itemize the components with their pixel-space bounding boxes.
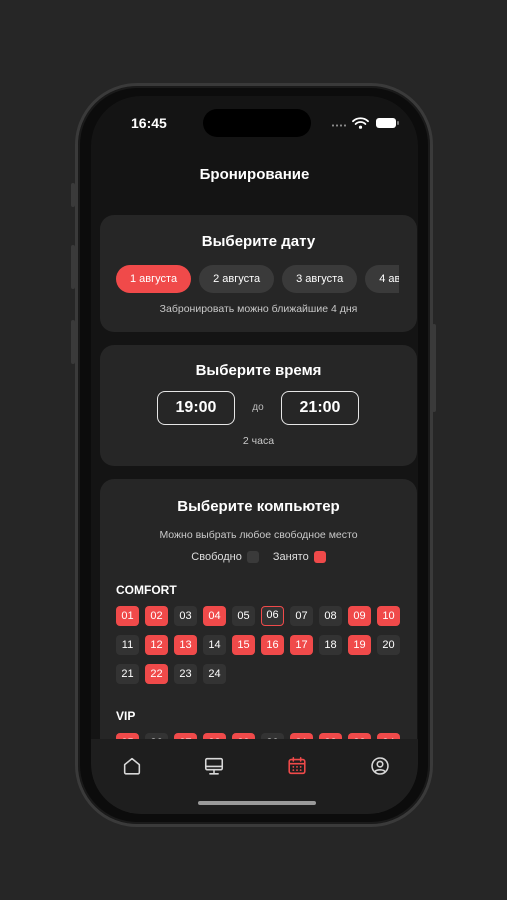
dynamic-island xyxy=(203,109,311,137)
seat-24[interactable]: 24 xyxy=(203,664,226,684)
seat-17: 17 xyxy=(290,635,313,655)
date-chip-3[interactable]: 3 августа xyxy=(282,265,358,293)
legend-free-label: Свободно xyxy=(191,551,242,563)
seat-14[interactable]: 14 xyxy=(203,635,226,655)
seat-23[interactable]: 23 xyxy=(174,664,197,684)
tab-computers[interactable] xyxy=(201,753,227,779)
seat-15: 15 xyxy=(232,635,255,655)
date-chip-2[interactable]: 2 августа xyxy=(199,265,275,293)
seat-11[interactable]: 11 xyxy=(116,635,139,655)
seat-13: 13 xyxy=(174,635,197,655)
date-card-title: Выберите дату xyxy=(201,233,316,250)
tab-bar xyxy=(91,739,418,814)
seat-19: 19 xyxy=(348,635,371,655)
duration-label: 2 часа xyxy=(242,435,275,447)
tab-booking[interactable] xyxy=(284,753,310,779)
start-time-field[interactable]: 19:00 xyxy=(157,391,235,425)
home-indicator xyxy=(198,801,316,805)
seat-16: 16 xyxy=(261,635,284,655)
seat-18[interactable]: 18 xyxy=(319,635,342,655)
computer-card: Выберите компьютер Можно выбрать любое с… xyxy=(100,479,417,779)
seat-04: 04 xyxy=(203,606,226,626)
seat-02: 02 xyxy=(145,606,168,626)
seat-grid-comfort: 01 02 03 04 05 06 07 08 09 10 11 12 13 14 15 16 17 18 19 20… xyxy=(116,606,406,684)
computer-hint: Можно выбрать любое свободное место xyxy=(159,529,358,541)
home-icon xyxy=(123,757,141,775)
seat-07[interactable]: 07 xyxy=(290,606,313,626)
legend-free: Свободно xyxy=(191,551,259,563)
time-card: Выберите время 19:00 до 21:00 2 часа xyxy=(100,345,417,466)
seat-10: 10 xyxy=(377,606,400,626)
computer-card-title: Выберите компьютер xyxy=(177,498,340,515)
time-card-title: Выберите время xyxy=(195,362,322,379)
tab-home[interactable] xyxy=(119,753,145,779)
status-time: 16:45 xyxy=(131,115,167,131)
seat-03[interactable]: 03 xyxy=(174,606,197,626)
date-hint: Забронировать можно ближайшие 4 дня xyxy=(159,303,358,315)
end-time-field[interactable]: 21:00 xyxy=(281,391,359,425)
seat-06[interactable]: 06 xyxy=(261,606,284,626)
seat-01: 01 xyxy=(116,606,139,626)
group-label-vip: VIP xyxy=(116,709,136,723)
seat-12: 12 xyxy=(145,635,168,655)
legend-free-swatch xyxy=(246,551,259,563)
seat-22: 22 xyxy=(145,664,168,684)
signal-icon xyxy=(331,124,347,127)
legend-busy-swatch xyxy=(313,551,326,563)
tab-profile[interactable] xyxy=(367,753,393,779)
seat-08[interactable]: 08 xyxy=(319,606,342,626)
time-separator: до xyxy=(252,402,264,413)
seat-09: 09 xyxy=(348,606,371,626)
page-title: Бронирование xyxy=(199,166,310,183)
wifi-icon xyxy=(352,117,369,129)
date-chip-list[interactable]: 1 августа 2 августа 3 августа 4 августа xyxy=(116,265,399,295)
legend-busy-label: Занято xyxy=(272,551,309,563)
seat-legend: Свободно Занято xyxy=(100,551,417,563)
battery-icon xyxy=(376,118,399,128)
seat-21[interactable]: 21 xyxy=(116,664,139,684)
date-card: Выберите дату 1 августа 2 августа 3 авгу… xyxy=(100,215,417,332)
date-chip-1[interactable]: 1 августа xyxy=(116,265,192,293)
status-bar: 16:45 xyxy=(91,96,418,146)
date-chip-4[interactable]: 4 августа xyxy=(365,265,399,293)
group-label-comfort: COMFORT xyxy=(116,583,177,597)
legend-busy: Занято xyxy=(273,551,326,563)
seat-05[interactable]: 05 xyxy=(232,606,255,626)
app-screen: 16:45 Бронирование Выберите дату 1 авгус… xyxy=(91,96,418,814)
profile-icon xyxy=(371,757,389,775)
computer-icon xyxy=(204,757,224,775)
phone-frame: 16:45 Бронирование Выберите дату 1 авгус… xyxy=(75,83,433,827)
seat-20[interactable]: 20 xyxy=(377,635,400,655)
calendar-icon xyxy=(288,756,306,775)
